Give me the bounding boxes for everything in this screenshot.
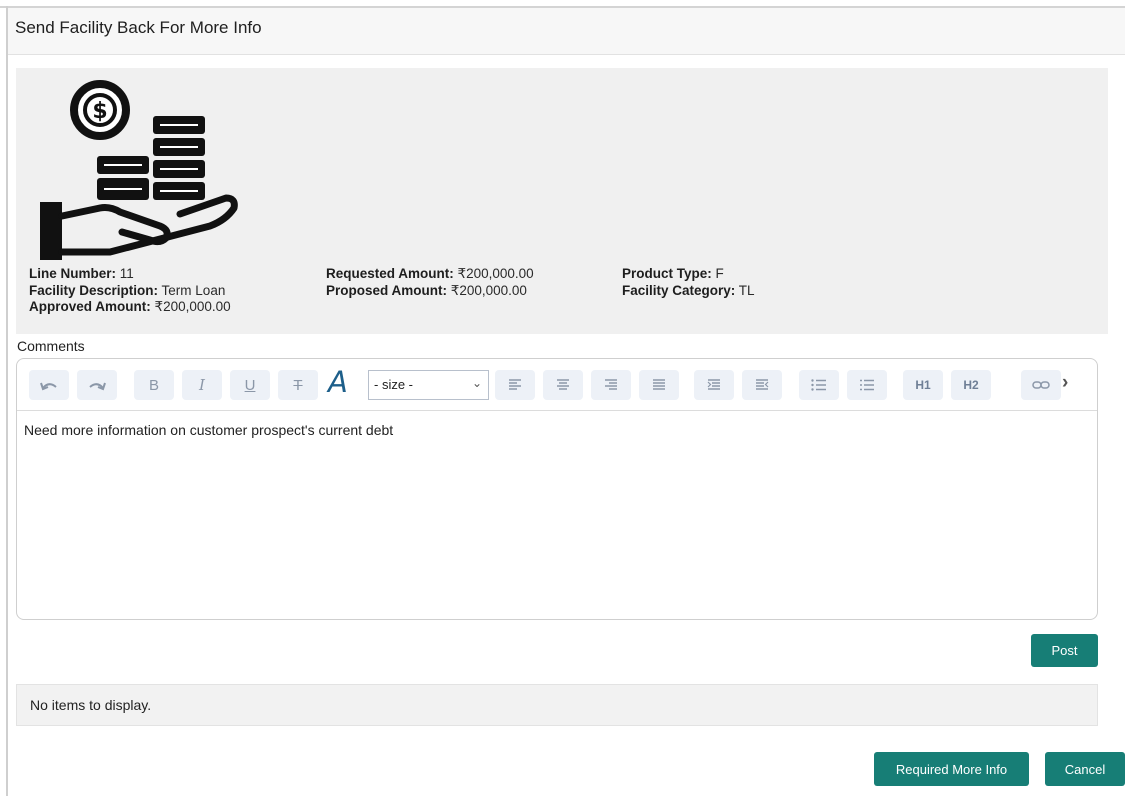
product-type-label: Product Type: xyxy=(622,266,712,281)
underline-button[interactable]: U xyxy=(230,370,270,400)
comment-text-area[interactable]: Need more information on customer prospe… xyxy=(24,422,393,438)
proposed-amount-row: Proposed Amount: ₹200,000.00 xyxy=(326,283,534,300)
chevron-down-icon: ⌄ xyxy=(471,376,482,390)
undo-icon xyxy=(40,382,57,391)
undo-button[interactable] xyxy=(29,370,69,400)
svg-text:$: $ xyxy=(92,99,107,124)
align-justify-icon xyxy=(653,379,665,390)
link-icon xyxy=(1032,381,1050,389)
redo-button[interactable] xyxy=(77,370,117,400)
bold-button[interactable]: B xyxy=(134,370,174,400)
post-button[interactable]: Post xyxy=(1031,634,1098,667)
line-number-label: Line Number: xyxy=(29,266,117,281)
money-hand-icon: $ xyxy=(40,80,238,260)
proposed-amount-value: ₹200,000.00 xyxy=(450,282,527,298)
align-center-button[interactable] xyxy=(543,370,583,400)
align-justify-button[interactable] xyxy=(639,370,679,400)
line-number-value: 11 xyxy=(119,266,134,281)
comments-list-empty: No items to display. xyxy=(16,684,1098,726)
requested-amount-value: ₹200,000.00 xyxy=(457,266,534,281)
dialog-title: Send Facility Back For More Info xyxy=(15,18,262,37)
outdent-button[interactable] xyxy=(694,370,734,400)
font-color-button[interactable]: A xyxy=(328,365,348,399)
bullet-list-button[interactable] xyxy=(799,370,839,400)
facility-category-row: Facility Category: TL xyxy=(622,283,755,300)
approved-amount-value: ₹200,000.00 xyxy=(154,299,231,314)
align-left-icon xyxy=(509,379,521,390)
heading1-button[interactable]: H1 xyxy=(903,370,943,400)
bullet-list-icon xyxy=(811,379,826,391)
empty-message: No items to display. xyxy=(30,697,152,713)
indent-button[interactable] xyxy=(742,370,782,400)
proposed-amount-label: Proposed Amount: xyxy=(326,282,447,298)
outdent-icon xyxy=(707,379,720,390)
requested-amount-label: Requested Amount: xyxy=(326,266,454,281)
strikethrough-button[interactable]: T xyxy=(278,370,318,400)
facility-description-value: Term Loan xyxy=(161,282,226,298)
approved-amount-row: Approved Amount: ₹200,000.00 xyxy=(29,299,231,316)
facility-description-row: Facility Description: Term Loan xyxy=(29,283,231,300)
font-size-select[interactable]: - size - ⌄ xyxy=(368,370,489,400)
editor-toolbar: B I U T A - size - ⌄ H1 H2 › xyxy=(17,359,1097,411)
align-left-button[interactable] xyxy=(495,370,535,400)
facility-info-column-2: Requested Amount: ₹200,000.00 Proposed A… xyxy=(326,266,534,299)
left-border xyxy=(6,6,8,796)
comments-editor: B I U T A - size - ⌄ H1 H2 › Need more i… xyxy=(16,358,1098,620)
heading2-button[interactable]: H2 xyxy=(951,370,991,400)
align-center-icon xyxy=(557,379,569,390)
numbered-list-icon xyxy=(860,379,874,391)
product-type-value: F xyxy=(715,266,724,281)
facility-summary-card: $ Line Number: 11 Facility Description: xyxy=(16,68,1108,334)
required-more-info-button[interactable]: Required More Info xyxy=(874,752,1029,786)
align-right-button[interactable] xyxy=(591,370,631,400)
indent-icon xyxy=(756,379,769,390)
requested-amount-row: Requested Amount: ₹200,000.00 xyxy=(326,266,534,283)
link-button[interactable] xyxy=(1021,370,1061,400)
facility-info-column-3: Product Type: F Facility Category: TL xyxy=(622,266,755,299)
align-right-icon xyxy=(605,379,617,390)
facility-info-column-1: Line Number: 11 Facility Description: Te… xyxy=(29,266,231,316)
toolbar-more-chevron-icon[interactable]: › xyxy=(1062,372,1068,394)
numbered-list-button[interactable] xyxy=(847,370,887,400)
facility-description-label: Facility Description: xyxy=(29,282,159,298)
font-size-value: - size - xyxy=(374,377,413,392)
dialog-header: Send Facility Back For More Info xyxy=(8,8,1125,55)
italic-button[interactable]: I xyxy=(182,370,222,400)
approved-amount-label: Approved Amount: xyxy=(29,299,151,314)
product-type-row: Product Type: F xyxy=(622,266,755,283)
line-number-row: Line Number: 11 xyxy=(29,266,231,283)
comments-label: Comments xyxy=(17,338,85,354)
redo-icon xyxy=(89,382,106,391)
facility-category-value: TL xyxy=(738,282,755,298)
cancel-button[interactable]: Cancel xyxy=(1045,752,1125,786)
facility-category-label: Facility Category: xyxy=(622,282,736,298)
